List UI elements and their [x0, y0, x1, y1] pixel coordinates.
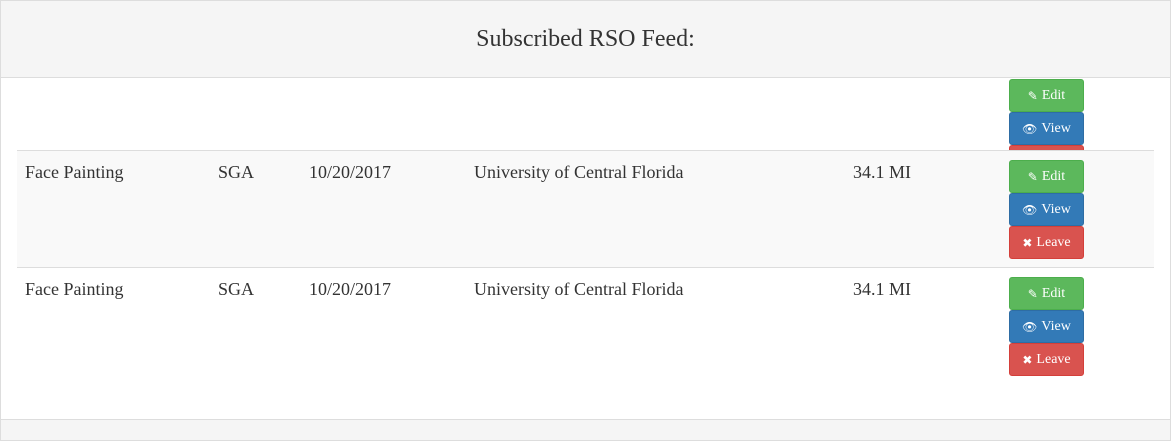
- close-icon: ✖: [1022, 235, 1033, 250]
- event-name-cell: Face Painting: [25, 162, 124, 182]
- view-button[interactable]: 👁 View: [1009, 310, 1084, 343]
- edit-button-label: Edit: [1041, 168, 1066, 184]
- close-icon: ✖: [1022, 352, 1033, 367]
- date-cell: 10/20/2017: [309, 279, 392, 299]
- feed-table-scroll-area[interactable]: ✎ Edit 👁 View ✖ Leave Face Painting SGA …: [1, 78, 1170, 419]
- panel-heading: Subscribed RSO Feed:: [1, 1, 1170, 78]
- view-button[interactable]: 👁 View: [1009, 112, 1084, 145]
- eye-icon: 👁: [1022, 121, 1038, 136]
- edit-button-label: Edit: [1041, 285, 1066, 301]
- rso-cell: SGA: [218, 162, 255, 182]
- distance-cell: 34.1 MI: [853, 279, 911, 299]
- edit-icon: ✎: [1027, 169, 1038, 184]
- row-actions: ✎ Edit 👁 View ✖ Leave: [1009, 277, 1084, 376]
- edit-icon: ✎: [1027, 286, 1038, 301]
- event-name-cell: Face Painting: [25, 279, 124, 299]
- edit-button[interactable]: ✎ Edit: [1009, 160, 1084, 193]
- eye-icon: 👁: [1022, 202, 1038, 217]
- rso-feed-panel: Subscribed RSO Feed: ✎ Edit 👁 View ✖ Lea…: [0, 0, 1171, 441]
- distance-cell: 34.1 MI: [853, 162, 911, 182]
- panel-footer: [1, 419, 1170, 440]
- table-row: Face Painting SGA 10/20/2017 University …: [17, 150, 1154, 267]
- location-cell: University of Central Florida: [474, 279, 684, 299]
- view-button[interactable]: 👁 View: [1009, 193, 1084, 226]
- rso-cell: SGA: [218, 279, 255, 299]
- location-cell: University of Central Florida: [474, 162, 684, 182]
- view-button-label: View: [1041, 201, 1071, 217]
- edit-icon: ✎: [1027, 88, 1038, 103]
- leave-button[interactable]: ✖ Leave: [1009, 343, 1084, 376]
- row-actions: ✎ Edit 👁 View ✖ Leave: [1009, 160, 1084, 259]
- leave-button-label: Leave: [1036, 351, 1071, 367]
- leave-button-label: Leave: [1036, 234, 1071, 250]
- view-button-label: View: [1041, 120, 1071, 136]
- eye-icon: 👁: [1022, 319, 1038, 334]
- table-row: Face Painting SGA 10/20/2017 University …: [17, 267, 1154, 419]
- edit-button[interactable]: ✎ Edit: [1009, 277, 1084, 310]
- edit-button-label: Edit: [1041, 87, 1066, 103]
- panel-title: Subscribed RSO Feed:: [476, 25, 695, 52]
- table-row: ✎ Edit 👁 View ✖ Leave: [17, 78, 1154, 178]
- edit-button[interactable]: ✎ Edit: [1009, 79, 1084, 112]
- date-cell: 10/20/2017: [309, 162, 392, 182]
- leave-button[interactable]: ✖ Leave: [1009, 226, 1084, 259]
- view-button-label: View: [1041, 318, 1071, 334]
